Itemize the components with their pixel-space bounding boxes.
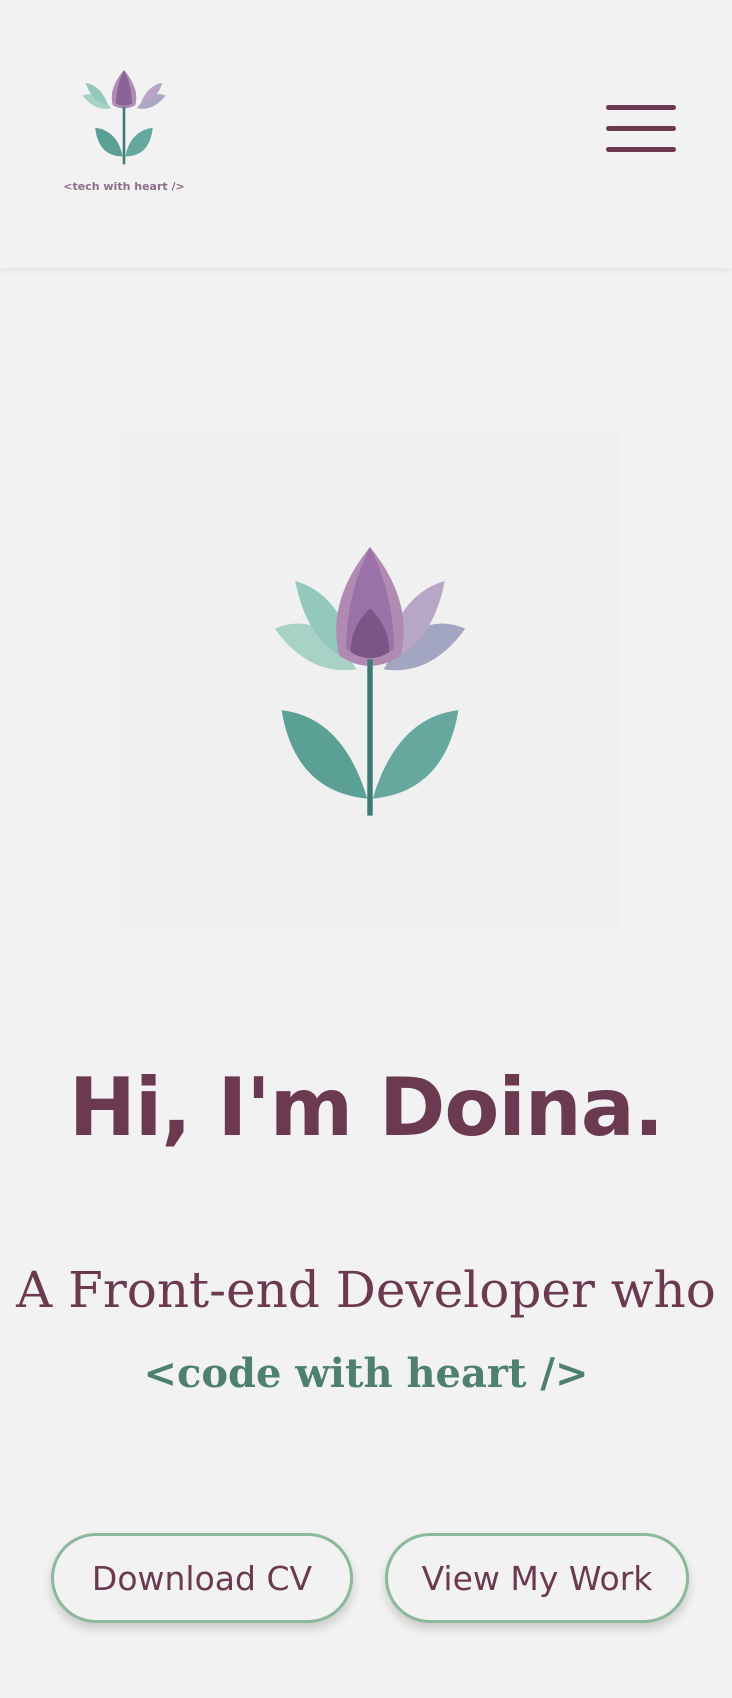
hero-image-card <box>120 432 620 932</box>
menu-bar <box>606 126 676 131</box>
site-header: <tech with heart /> <box>0 0 732 268</box>
logo-link[interactable]: <tech with heart /> <box>62 58 186 202</box>
lotus-flower-icon <box>274 547 466 816</box>
logo-text: <tech with heart /> <box>63 180 185 193</box>
hero-greeting: Hi, I'm Doina. <box>68 1061 664 1154</box>
hamburger-menu-button[interactable] <box>598 100 680 164</box>
hero-tagline: A Front-end Developer who <box>16 1261 716 1319</box>
view-my-work-button[interactable]: View My Work <box>385 1533 689 1623</box>
menu-bar <box>606 147 676 152</box>
hero-tagline-code: <code with heart /> <box>143 1350 589 1397</box>
download-cv-button[interactable]: Download CV <box>51 1533 353 1623</box>
menu-bar <box>606 105 676 110</box>
lotus-flower-icon <box>82 70 166 165</box>
